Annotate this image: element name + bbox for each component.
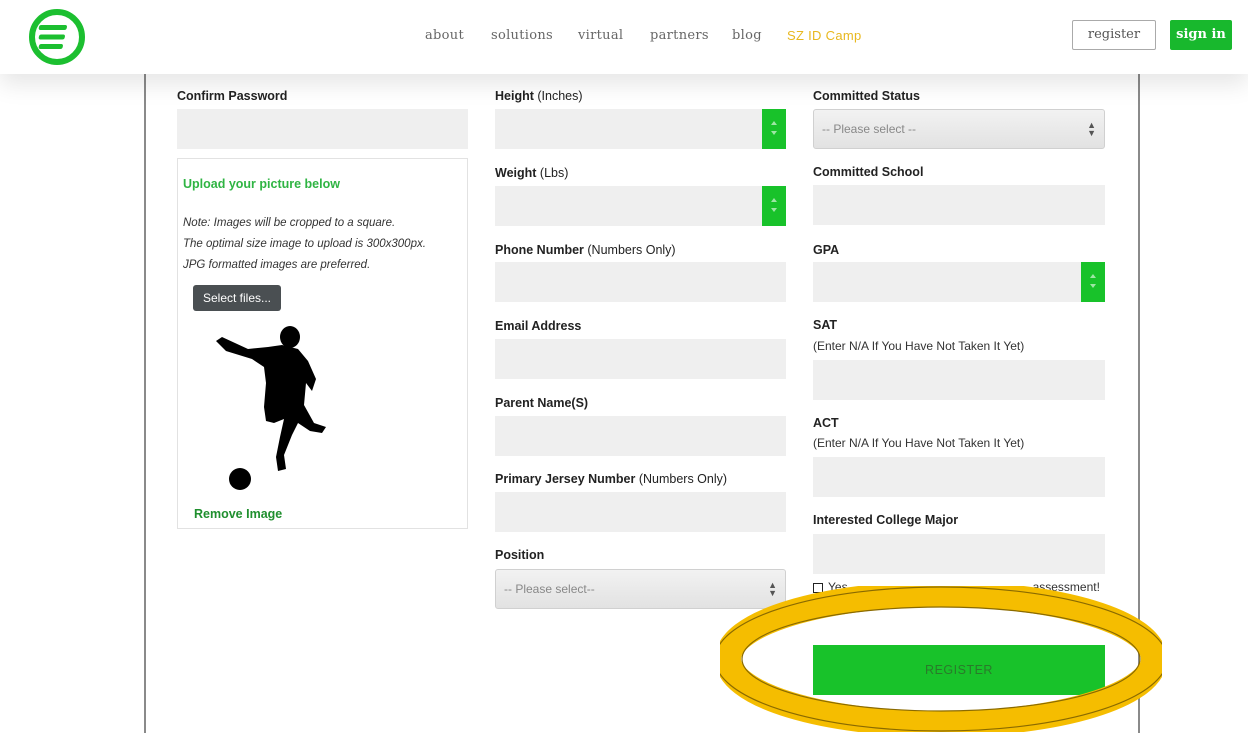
parent-name-input[interactable]	[495, 416, 786, 456]
act-label: ACT	[813, 416, 839, 430]
jersey-label: Primary Jersey Number (Numbers Only)	[495, 472, 728, 486]
sat-label: SAT	[813, 318, 838, 332]
confirm-password-label: Confirm Password	[177, 89, 288, 103]
weight-input[interactable]	[495, 186, 786, 226]
assessment-checkbox[interactable]	[813, 583, 823, 593]
committed-school-label: Committed School	[813, 165, 924, 179]
nav-virtual[interactable]: virtual	[578, 28, 623, 43]
committed-status-select[interactable]: -- Please select -- ▲ ▼	[813, 109, 1105, 149]
register-submit-button[interactable]: REGISTER	[813, 645, 1105, 695]
nav-partners[interactable]: partners	[650, 28, 709, 43]
sat-note: (Enter N/A If You Have Not Taken It Yet)	[813, 339, 1025, 353]
gpa-label: GPA	[813, 243, 840, 257]
assessment-checkbox-label: Yes assessment!	[828, 580, 1100, 594]
nav-sz-id-camp[interactable]: SZ ID Camp	[787, 28, 862, 43]
parent-name-label: Parent Name(S)	[495, 396, 589, 410]
nav-about[interactable]: about	[425, 28, 464, 43]
select-arrows-icon: ▲ ▼	[768, 580, 777, 598]
email-label: Email Address	[495, 319, 582, 333]
jersey-note: (Numbers Only)	[638, 472, 728, 486]
player-photo-preview	[216, 326, 326, 490]
gpa-spinner[interactable]	[1081, 262, 1105, 302]
phone-note: (Numbers Only)	[587, 243, 676, 257]
email-input[interactable]	[495, 339, 786, 379]
position-select-value: -- Please select--	[504, 582, 595, 596]
upload-note-format: JPG formatted images are preferred.	[183, 259, 371, 271]
height-spinner[interactable]	[762, 109, 786, 149]
act-note: (Enter N/A If You Have Not Taken It Yet)	[813, 436, 1025, 450]
select-files-button[interactable]: Select files...	[193, 285, 281, 311]
jersey-input[interactable]	[495, 492, 786, 532]
upload-title: Upload your picture below	[183, 177, 340, 191]
height-unit: (Inches)	[537, 89, 583, 103]
position-select[interactable]: -- Please select-- ▲ ▼	[495, 569, 786, 609]
nav-blog[interactable]: blog	[732, 28, 762, 43]
act-input[interactable]	[813, 457, 1105, 497]
select-arrows-icon: ▲ ▼	[1087, 120, 1096, 138]
major-label: Interested College Major	[813, 513, 959, 527]
weight-label: Weight (Lbs)	[495, 166, 569, 180]
committed-status-value: -- Please select --	[822, 122, 917, 136]
position-label: Position	[495, 548, 545, 562]
height-label: Height (Inches)	[495, 89, 583, 103]
sat-input[interactable]	[813, 360, 1105, 400]
upload-note-size: The optimal size image to upload is 300x…	[183, 238, 426, 250]
confirm-password-input[interactable]	[177, 109, 468, 149]
height-input[interactable]	[495, 109, 786, 149]
nav-solutions[interactable]: solutions	[491, 28, 553, 43]
weight-unit: (Lbs)	[539, 166, 569, 180]
phone-input[interactable]	[495, 262, 786, 302]
upload-panel: Upload your picture below Note: Images w…	[177, 158, 468, 529]
sign-in-button[interactable]: sign in	[1170, 20, 1232, 50]
header-register-button[interactable]: register	[1072, 20, 1156, 50]
committed-school-input[interactable]	[813, 185, 1105, 225]
phone-label: Phone Number (Numbers Only)	[495, 243, 676, 257]
weight-spinner[interactable]	[762, 186, 786, 226]
upload-note-crop: Note: Images will be cropped to a square…	[183, 217, 396, 229]
brand-logo-icon[interactable]	[28, 8, 86, 66]
remove-image-link[interactable]: Remove Image	[194, 507, 282, 521]
site-header: about solutions virtual partners blog SZ…	[0, 0, 1248, 74]
major-input[interactable]	[813, 534, 1105, 574]
committed-status-label: Committed Status	[813, 89, 920, 103]
gpa-input[interactable]	[813, 262, 1105, 302]
